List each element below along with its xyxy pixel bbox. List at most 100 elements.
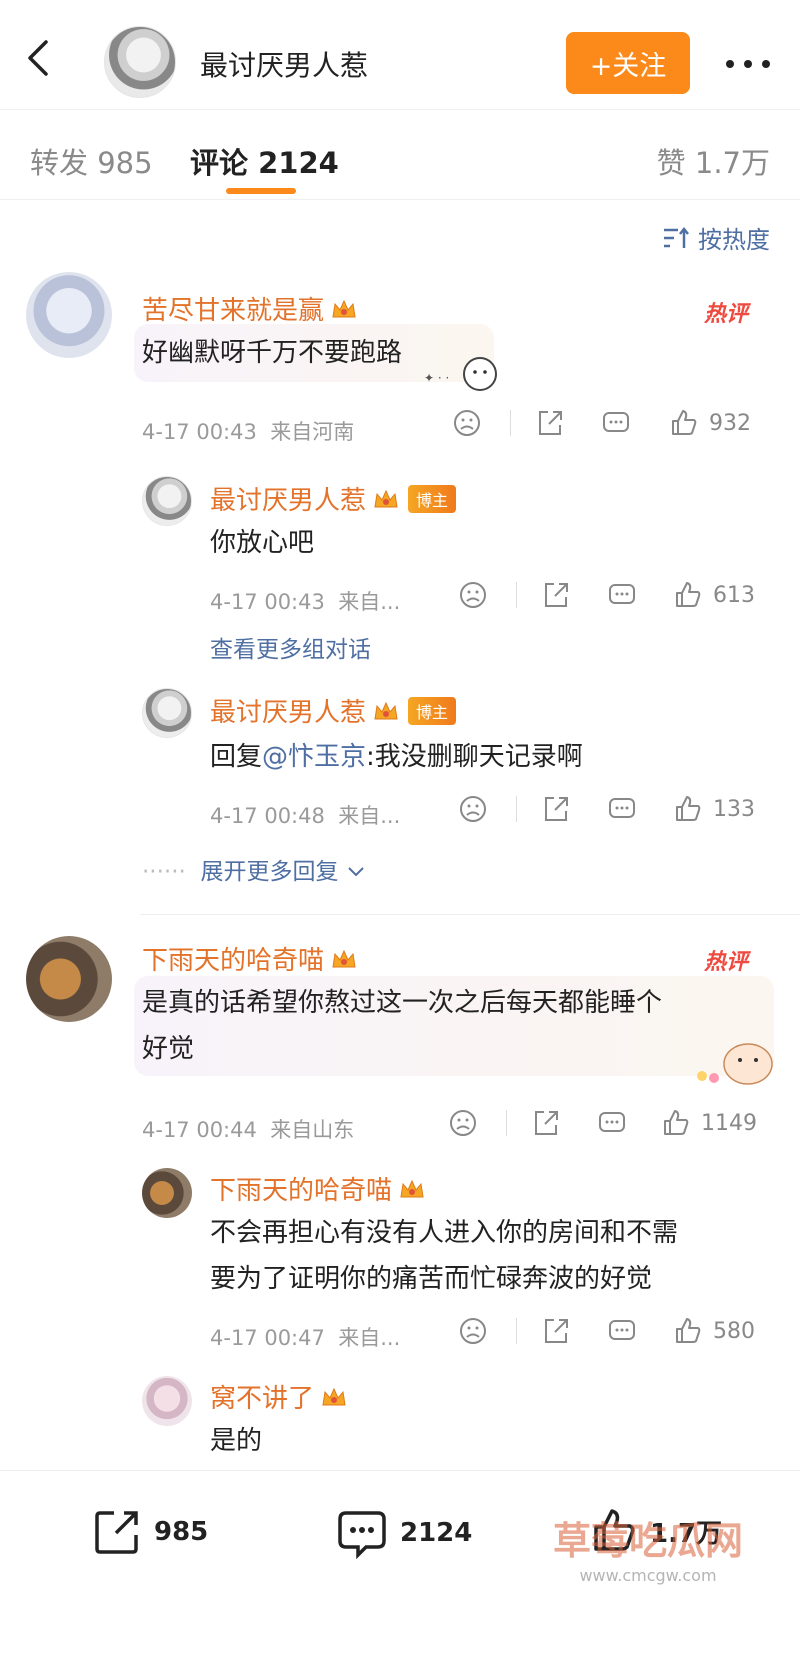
reply-text: 回复@忭玉京:我没删聊天记录啊 (210, 734, 583, 780)
blogger-name[interactable]: 最讨厌男人惹 (200, 44, 368, 84)
crown-badge-icon (332, 949, 356, 967)
reply-username[interactable]: 最讨厌男人惹 博主 (210, 480, 457, 517)
like-button[interactable]: 580 (673, 1316, 755, 1346)
hot-comment-badge: 热评 (704, 302, 749, 327)
share-icon[interactable] (535, 408, 565, 438)
reply-text: 是的 (210, 1426, 263, 1456)
comment-meta: 4-17 00:43 来自河南 (142, 416, 354, 446)
active-tab-indicator (226, 188, 296, 194)
comment-icon[interactable] (607, 1316, 637, 1346)
like-button[interactable]: 133 (673, 794, 755, 824)
reply-avatar[interactable] (142, 476, 192, 526)
share-icon[interactable] (541, 794, 571, 824)
reply-avatar[interactable] (142, 688, 192, 738)
thumbs-up-icon (676, 1318, 701, 1343)
reply-source: 来自... (338, 1326, 401, 1350)
like-button[interactable]: 932 (669, 408, 751, 438)
dislike-icon[interactable] (452, 408, 482, 438)
comment-source: 来自山东 (270, 1118, 355, 1142)
thumbs-up-icon (672, 410, 697, 435)
reply-meta: 4-17 00:48 来自... (210, 800, 400, 830)
comment-avatar[interactable] (26, 936, 112, 1022)
expand-label: 展开更多回复 (200, 859, 339, 885)
blogger-avatar[interactable] (104, 26, 176, 98)
comment-avatar[interactable] (26, 272, 112, 358)
share-icon[interactable] (541, 580, 571, 610)
cat-sticker-icon: ✦ · · (424, 357, 497, 391)
like-button[interactable]: 613 (673, 580, 755, 610)
comment-actions: 932 (452, 408, 770, 438)
comment-text: 好幽默呀千万不要跑路 (142, 338, 403, 368)
comment-text: 是真的话希望你熬过这一次之后每天都能睡个 好觉 (142, 980, 662, 1072)
site-watermark: 草莓吃瓜网 www.cmcgw.com (500, 1500, 796, 1600)
reply-avatar[interactable] (142, 1168, 192, 1218)
like-count: 580 (713, 1318, 755, 1344)
blogger-tag: 博主 (408, 696, 457, 725)
bottom-forward-count: 985 (154, 1517, 209, 1547)
bottom-comment-count: 2124 (400, 1518, 473, 1548)
reply-actions: 133 (458, 794, 770, 824)
username-text: 最讨厌男人惹 (210, 486, 367, 516)
like-button[interactable]: 1149 (661, 1108, 757, 1138)
comment-icon[interactable] (601, 408, 631, 438)
crown-badge-icon (322, 1387, 346, 1405)
bottom-comment-button[interactable]: 2124 (336, 1507, 472, 1559)
blogger-tag: 博主 (408, 484, 457, 513)
comment-source: 来自河南 (270, 420, 355, 444)
reply-text: 不会再担心有没有人进入你的房间和不需 要为了证明你的痛苦而忙碌奔波的好觉 (210, 1210, 678, 1302)
reply-username[interactable]: 窝不讲了 (210, 1378, 348, 1415)
crown-badge-icon (400, 1179, 424, 1197)
thumbs-up-icon (676, 796, 701, 821)
dislike-icon[interactable] (448, 1108, 478, 1138)
dislike-icon[interactable] (458, 1316, 488, 1346)
sort-by-hot-button[interactable]: 按热度 (662, 220, 770, 255)
watermark-text: 草莓吃瓜网 (552, 1519, 743, 1563)
sort-label: 按热度 (698, 226, 770, 254)
comment-text-line: 好觉 (142, 1034, 195, 1064)
follow-button[interactable]: +关注 (566, 32, 690, 94)
comment-icon[interactable] (607, 794, 637, 824)
reply-body: :我没删聊天记录啊 (366, 742, 583, 772)
username-text: 苦尽甘来就是赢 (142, 296, 325, 326)
username-text: 下雨天的哈奇喵 (142, 946, 325, 976)
view-more-dialog-link[interactable]: 查看更多组对话 (210, 630, 371, 664)
reply-username[interactable]: 最讨厌男人惹 博主 (210, 692, 457, 729)
bottom-forward-button[interactable]: 985 (92, 1507, 208, 1557)
dislike-icon[interactable] (458, 580, 488, 610)
reply-text-line: 要为了证明你的痛苦而忙碌奔波的好觉 (210, 1264, 653, 1294)
reply-text-line: 不会再担心有没有人进入你的房间和不需 (210, 1218, 679, 1248)
pig-sticker-icon (697, 1043, 773, 1085)
reply-actions: 613 (458, 580, 770, 610)
reply-username[interactable]: 下雨天的哈奇喵 (210, 1170, 426, 1207)
like-count: 133 (713, 796, 755, 822)
svg-text:✦ · ·: ✦ · · (424, 371, 449, 385)
reply-prefix: 回复 (210, 742, 263, 772)
hot-comment-badge: 热评 (704, 950, 749, 975)
tab-bar: 转发 985 评论 2124 赞 1.7万 (0, 110, 800, 200)
reply-time: 4-17 00:48 (210, 804, 325, 828)
crown-badge-icon (332, 299, 356, 317)
comment-icon[interactable] (597, 1108, 627, 1138)
tab-comments[interactable]: 评论 2124 (190, 140, 339, 182)
tab-forward[interactable]: 转发 985 (30, 140, 153, 182)
tab-likes[interactable]: 赞 1.7万 (657, 140, 770, 182)
share-icon[interactable] (531, 1108, 561, 1138)
crown-badge-icon (374, 701, 398, 719)
dislike-icon[interactable] (458, 794, 488, 824)
mention-link[interactable]: @忭玉京 (262, 742, 366, 772)
comment-username[interactable]: 下雨天的哈奇喵 (142, 940, 358, 977)
more-options-icon[interactable] (724, 54, 772, 74)
expand-more-replies-link[interactable]: ······ 展开更多回复 (142, 852, 366, 886)
reply-source: 来自... (338, 804, 401, 828)
watermark-url: www.cmcgw.com (579, 1566, 717, 1585)
username-text: 窝不讲了 (210, 1384, 315, 1414)
share-icon (95, 1511, 138, 1554)
comment-icon[interactable] (607, 580, 637, 610)
back-arrow-icon[interactable] (20, 38, 60, 78)
thumbs-up-icon (676, 582, 701, 607)
reply-time: 4-17 00:43 (210, 590, 325, 614)
comment-time: 4-17 00:43 (142, 420, 257, 444)
comment-username[interactable]: 苦尽甘来就是赢 (142, 290, 358, 327)
share-icon[interactable] (541, 1316, 571, 1346)
reply-avatar[interactable] (142, 1376, 192, 1426)
